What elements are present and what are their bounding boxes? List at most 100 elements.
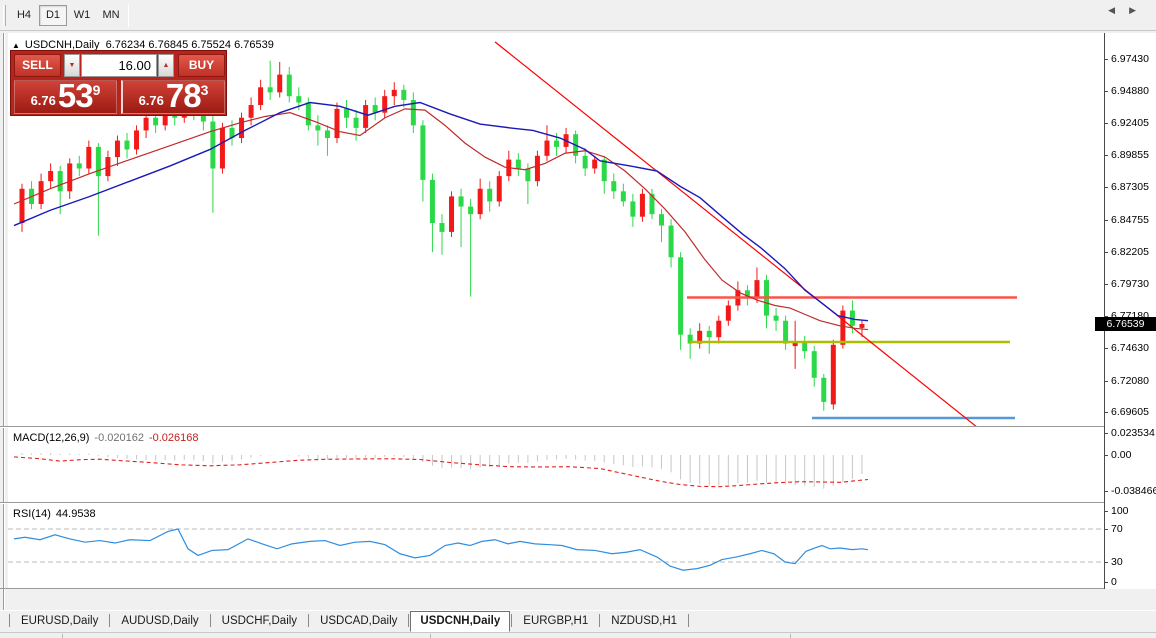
- candle[interactable]: [249, 97, 254, 125]
- timeframe-button-h4[interactable]: H4: [10, 5, 38, 26]
- toolbar-grip[interactable]: [3, 5, 6, 26]
- candle[interactable]: [48, 163, 53, 188]
- volume-increase-button[interactable]: ▲: [158, 54, 174, 77]
- candle[interactable]: [124, 133, 129, 158]
- rsi-pane-canvas[interactable]: [8, 504, 1104, 588]
- buy-price-quote[interactable]: 6.76 78 3: [121, 80, 225, 114]
- candle[interactable]: [449, 191, 454, 237]
- candle[interactable]: [134, 125, 139, 154]
- candle[interactable]: [640, 189, 645, 222]
- candle[interactable]: [430, 174, 435, 253]
- candle[interactable]: [334, 103, 339, 144]
- candle[interactable]: [793, 321, 798, 369]
- candle[interactable]: [354, 110, 359, 140]
- candle[interactable]: [535, 151, 540, 187]
- candle[interactable]: [363, 100, 368, 133]
- candle[interactable]: [716, 316, 721, 344]
- candle[interactable]: [506, 151, 511, 181]
- time-axis-border: [0, 588, 1156, 589]
- volume-input[interactable]: 16.00: [81, 54, 157, 77]
- candle[interactable]: [735, 281, 740, 310]
- candle[interactable]: [697, 323, 702, 348]
- candle[interactable]: [688, 328, 693, 358]
- candle[interactable]: [468, 199, 473, 297]
- candle[interactable]: [621, 184, 626, 207]
- buy-button[interactable]: BUY: [178, 54, 225, 77]
- candle[interactable]: [67, 158, 72, 199]
- rsi-pane[interactable]: [8, 504, 1104, 588]
- candle[interactable]: [812, 346, 817, 387]
- candle[interactable]: [516, 153, 521, 176]
- chart-collapse-icon[interactable]: ▲: [12, 41, 20, 50]
- price-axis-label: 6.87305: [1111, 181, 1149, 193]
- price-axis-label: 6.79730: [1111, 278, 1149, 290]
- tab-scroll-right-icon[interactable]: ▶: [1129, 5, 1150, 15]
- candle[interactable]: [315, 115, 320, 145]
- candle[interactable]: [420, 120, 425, 201]
- candle[interactable]: [707, 326, 712, 354]
- candle[interactable]: [239, 113, 244, 143]
- candle[interactable]: [96, 143, 101, 236]
- timeframe-button-d1[interactable]: D1: [39, 5, 67, 26]
- chart-tab-audusd[interactable]: AUDUSD,Daily: [111, 611, 208, 632]
- candle[interactable]: [20, 184, 25, 232]
- chart-tab-nzdusd[interactable]: NZDUSD,H1: [601, 611, 687, 632]
- chart-tab-usdchf[interactable]: USDCHF,Daily: [212, 611, 307, 632]
- candle[interactable]: [439, 214, 444, 255]
- candle[interactable]: [783, 316, 788, 350]
- candle[interactable]: [487, 181, 492, 211]
- trendline[interactable]: [495, 42, 978, 426]
- chart-tab-eurgbp[interactable]: EURGBP,H1: [513, 611, 598, 632]
- volume-decrease-button[interactable]: ▼: [64, 54, 80, 77]
- candle[interactable]: [325, 125, 330, 155]
- candle[interactable]: [831, 340, 836, 410]
- tab-separator: [109, 614, 110, 627]
- chart-tab-usdcnh[interactable]: USDCNH,Daily: [410, 611, 510, 632]
- candle[interactable]: [459, 189, 464, 247]
- candle[interactable]: [344, 100, 349, 128]
- candle[interactable]: [105, 151, 110, 181]
- candle[interactable]: [220, 123, 225, 174]
- candle[interactable]: [382, 90, 387, 118]
- toolbar-separator: [128, 4, 129, 27]
- tab-separator: [308, 614, 309, 627]
- candle[interactable]: [726, 300, 731, 325]
- candle[interactable]: [144, 113, 149, 138]
- candle[interactable]: [630, 194, 635, 227]
- tab-scroll-left-icon[interactable]: ◀: [1108, 5, 1129, 15]
- price-axis-label-tick: [1104, 91, 1108, 92]
- candle[interactable]: [86, 141, 91, 174]
- timeframe-button-w1[interactable]: W1: [68, 5, 96, 26]
- tab-scroll-arrows[interactable]: ◀▶: [1108, 5, 1150, 16]
- candle[interactable]: [115, 135, 120, 165]
- chart-tab-eurusd[interactable]: EURUSD,Daily: [11, 611, 108, 632]
- candle[interactable]: [583, 148, 588, 176]
- candle[interactable]: [573, 130, 578, 163]
- chart-tab-usdcad[interactable]: USDCAD,Daily: [310, 611, 407, 632]
- candle[interactable]: [392, 82, 397, 105]
- one-click-trading-panel: SELL ▼ 16.00 ▲ BUY 6.76 53 9 6.76 78 3: [10, 50, 227, 116]
- candle[interactable]: [611, 174, 616, 199]
- candle[interactable]: [287, 67, 292, 103]
- candle[interactable]: [544, 125, 549, 161]
- candle[interactable]: [258, 80, 263, 110]
- candle[interactable]: [774, 308, 779, 331]
- candle[interactable]: [411, 92, 416, 133]
- candle[interactable]: [268, 61, 273, 100]
- candle[interactable]: [497, 171, 502, 207]
- candle[interactable]: [669, 219, 674, 267]
- candle[interactable]: [29, 181, 34, 209]
- candle[interactable]: [821, 374, 826, 411]
- candle[interactable]: [659, 209, 664, 242]
- candle[interactable]: [373, 97, 378, 120]
- candle[interactable]: [764, 275, 769, 328]
- candle[interactable]: [678, 252, 683, 350]
- sell-price-quote[interactable]: 6.76 53 9: [14, 80, 117, 114]
- candle[interactable]: [478, 179, 483, 220]
- candle[interactable]: [77, 156, 82, 176]
- candle[interactable]: [277, 62, 282, 98]
- sell-button[interactable]: SELL: [14, 54, 61, 77]
- candle[interactable]: [802, 336, 807, 359]
- price-axis-border: [1104, 33, 1105, 589]
- timeframe-button-mn[interactable]: MN: [97, 5, 125, 26]
